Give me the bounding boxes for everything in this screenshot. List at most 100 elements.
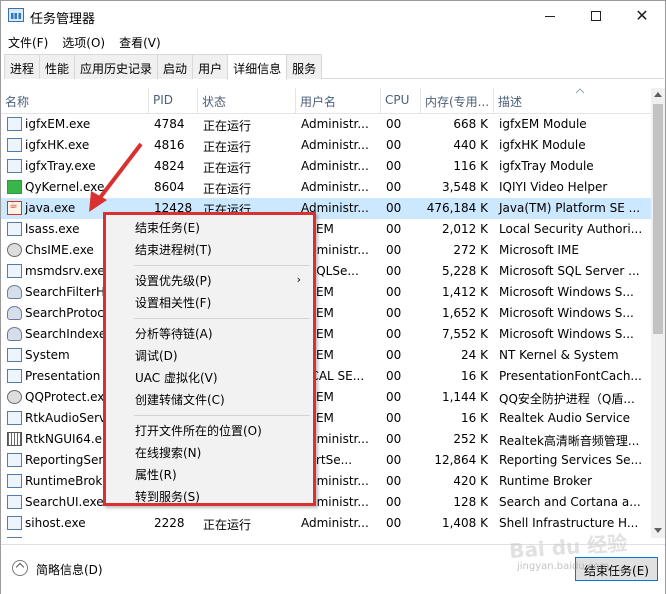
process-user: Administr... <box>301 180 369 194</box>
tab-app-history[interactable]: 应用历史记录 <box>74 54 159 79</box>
column-header-memory[interactable]: 内存(专用... <box>421 88 494 114</box>
scrollbar-thumb[interactable] <box>653 104 663 334</box>
menu-file[interactable]: 文件(F) <box>1 31 55 53</box>
menu-item-label: 转到服务(S) <box>135 490 200 504</box>
column-header-pid[interactable]: PID <box>149 88 198 114</box>
search-user-icon <box>7 327 22 341</box>
process-status: 正在运行 <box>203 518 252 532</box>
tab-performance[interactable]: 性能 <box>39 54 76 79</box>
process-name-text: sihost.exe <box>25 516 86 530</box>
table-row[interactable]: igfxHK.exe 4816 正在运行 Administr... 00 440 K igf… <box>1 135 651 156</box>
details-table: 名称 PID 状态 用户名 CPU 内存(专用... 描述 igfxEM.exe… <box>1 88 651 538</box>
menu-item-label: UAC 虚拟化(V) <box>135 371 218 385</box>
ctx-search-online[interactable]: 在线搜索(N) <box>106 442 313 462</box>
process-name-text: Presentation <box>25 369 101 383</box>
process-cpu: 00 <box>386 369 402 383</box>
column-header-name[interactable]: 名称 <box>1 88 149 114</box>
tab-processes[interactable]: 进程 <box>4 54 41 79</box>
process-pid: 8604 <box>154 180 185 194</box>
table-row[interactable]: System STEM 00 24 K NT Kernel & System <box>1 345 651 366</box>
sort-ascending-icon <box>575 88 585 94</box>
process-cpu: 00 <box>386 432 402 446</box>
process-name-text: SearchIndexe <box>25 327 107 341</box>
title-bar[interactable]: 任务管理器 ✕ <box>1 1 665 31</box>
table-row[interactable]: RuntimeBrok Administr... 00 420 K Runtime Br… <box>1 471 651 492</box>
process-description: IQIYI Video Helper <box>499 180 608 194</box>
column-header-username[interactable]: 用户名 <box>296 88 381 114</box>
ctx-create-dump-file[interactable]: 创建转储文件(C) <box>106 389 313 409</box>
process-cpu: 00 <box>386 474 402 488</box>
table-row[interactable]: SearchProtoc STEM 00 1,652 K Microsoft Windo… <box>1 303 651 324</box>
table-row[interactable]: igfxTray.exe 4824 正在运行 Administr... 00 116 K i… <box>1 156 651 177</box>
process-user: MSSQLFD... <box>296 534 381 538</box>
close-button[interactable]: ✕ <box>619 1 665 31</box>
ctx-uac-virtualization[interactable]: UAC 虚拟化(V) <box>106 367 313 387</box>
menu-item-label: 分析等待链(A) <box>135 327 213 341</box>
table-row[interactable]: SearchUI.exe Administr... 00 128 K Search an… <box>1 492 651 513</box>
table-row[interactable]: java.exe12428正在运行Administr...00476,184 K… <box>1 198 651 219</box>
column-header-cpu[interactable]: CPU <box>381 88 421 114</box>
tab-details[interactable]: 详细信息 <box>227 54 288 80</box>
maximize-button[interactable] <box>573 1 619 31</box>
tab-startup[interactable]: 启动 <box>157 54 194 79</box>
table-row[interactable]: ReportingSer portSe... 00 12,864 K Reporting… <box>1 450 651 471</box>
process-cpu: 00 <box>386 243 402 257</box>
menu-view[interactable]: 查看(V) <box>112 31 168 53</box>
menu-item-label: 设置相关性(F) <box>135 296 212 310</box>
process-description: Microsoft SQL Server ... <box>499 264 640 278</box>
table-row[interactable]: QyKernel.exe 8604 正在运行 Administr... 00 3,548 … <box>1 177 651 198</box>
minimize-button[interactable] <box>527 1 573 31</box>
process-status <box>198 534 296 538</box>
table-row[interactable]: RtkNGUI64.e Administr... 00 252 K Realtek高清晰… <box>1 429 651 450</box>
menu-item-label: 调试(D) <box>135 349 178 363</box>
process-description: Realtek Audio Service <box>499 411 630 425</box>
process-description: PresentationFontCach... <box>499 369 642 383</box>
process-memory: 7,552 K <box>441 327 488 341</box>
ctx-set-affinity[interactable]: 设置相关性(F) <box>106 292 313 312</box>
process-name-text: ReportingSer <box>25 453 104 467</box>
process-memory: 252 K <box>453 432 488 446</box>
menu-options[interactable]: 选项(O) <box>55 31 112 53</box>
table-row[interactable]: QQProtect.ex STEM 00 1,144 K QQ安全防护进程（Q盾... <box>1 387 651 408</box>
process-name-text: SearchFilterH <box>25 285 105 299</box>
scroll-up-icon[interactable] <box>654 92 662 97</box>
iqiyi-icon <box>7 180 22 194</box>
vertical-scrollbar[interactable] <box>651 88 665 538</box>
table-row[interactable]: RtkAudioServ STEM 00 16 K Realtek Audio Serv… <box>1 408 651 429</box>
column-header-description[interactable]: 描述 <box>494 88 651 114</box>
table-row[interactable]: lsass.exe STEM 00 2,012 K Local Security Aut… <box>1 219 651 240</box>
process-cpu: 00 <box>386 495 402 509</box>
table-row[interactable]: Presentation OCAL SE... 00 16 K Presentation… <box>1 366 651 387</box>
ctx-properties[interactable]: 属性(R) <box>106 464 313 484</box>
ctx-open-file-location[interactable]: 打开文件所在的位置(O) <box>106 420 313 440</box>
tab-users[interactable]: 用户 <box>192 54 229 79</box>
process-memory: 476,184 K <box>426 201 488 215</box>
table-row[interactable]: SearchIndexe STEM 00 7,552 K Microsoft Windo… <box>1 324 651 345</box>
table-row[interactable]: sihost.exe 2228 正在运行 Administr... 00 1,408 KS… <box>1 513 651 534</box>
process-memory: 1,652 K <box>441 306 488 320</box>
fewer-details-link[interactable]: 简略信息(D) <box>36 561 103 578</box>
collapse-icon[interactable] <box>12 560 28 576</box>
table-header: 名称 PID 状态 用户名 CPU 内存(专用... 描述 <box>1 88 651 114</box>
table-row[interactable]: msmdsrv.exe SSQLSe... 00 5,228 K Microsoft S… <box>1 261 651 282</box>
process-description: Reporting Services Se... <box>499 453 643 467</box>
process-name-text: SearchUI.exe <box>25 495 104 509</box>
process-cpu: 00 <box>386 264 402 278</box>
process-name: fdhost.exe <box>1 534 149 538</box>
column-header-status[interactable]: 状态 <box>198 88 296 114</box>
ctx-end-process-tree[interactable]: 结束进程树(T) <box>106 239 313 259</box>
menu-item-label: 创建转储文件(C) <box>135 393 225 407</box>
ctx-go-to-services[interactable]: 转到服务(S) <box>106 486 313 506</box>
scroll-down-icon[interactable] <box>654 528 662 533</box>
table-row[interactable]: igfxEM.exe 4784 正在运行 Administr... 00 668 K igf… <box>1 114 651 135</box>
app-window-icon <box>7 453 22 467</box>
ctx-analyze-wait-chain[interactable]: 分析等待链(A) <box>106 323 313 343</box>
ctx-set-priority[interactable]: 设置优先级(P) › <box>106 270 313 290</box>
table-row[interactable]: ChsIME.exe Administr... 00 272 K Microsoft I… <box>1 240 651 261</box>
process-name-text: RtkNGUI64.e <box>25 432 103 446</box>
table-row[interactable]: SearchFilterH STEM 00 1,412 K Microsoft Wind… <box>1 282 651 303</box>
app-window-icon <box>7 159 22 173</box>
ctx-debug[interactable]: 调试(D) <box>106 345 313 365</box>
tab-services[interactable]: 服务 <box>286 54 323 79</box>
ctx-end-task[interactable]: 结束任务(E) <box>106 217 313 237</box>
